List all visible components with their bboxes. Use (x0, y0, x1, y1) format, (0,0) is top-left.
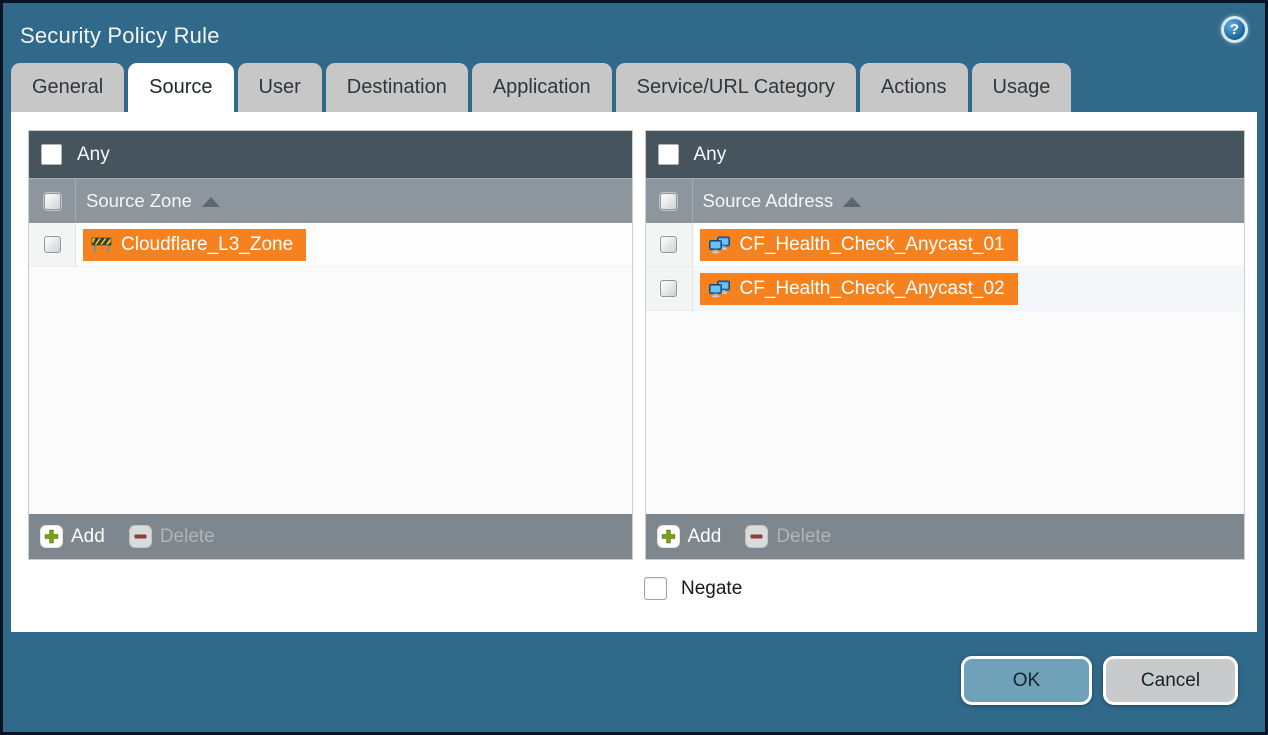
add-label: Add (688, 526, 722, 548)
source-address-column-label: Source Address (703, 190, 834, 212)
table-row[interactable]: Cloudflare_L3_Zone (29, 223, 632, 267)
source-address-any-header: Any (646, 131, 1245, 178)
source-address-panel: Any Source Address (645, 130, 1246, 560)
sort-ascending-icon (202, 197, 220, 207)
source-zone-any-checkbox[interactable] (41, 144, 62, 165)
negate-row: Negate (644, 577, 1245, 600)
zone-object-chip[interactable]: Cloudflare_L3_Zone (83, 229, 306, 261)
row-checkbox-cell (646, 267, 693, 311)
help-icon[interactable]: ? (1221, 16, 1248, 43)
delete-label: Delete (160, 526, 215, 548)
delete-button[interactable]: Delete (129, 525, 215, 548)
delete-icon (745, 525, 768, 548)
zone-icon (91, 236, 112, 253)
tab-destination[interactable]: Destination (326, 63, 468, 112)
row-checkbox[interactable] (660, 280, 677, 297)
row-checkbox-cell (646, 223, 693, 267)
source-address-toolbar: Add Delete (646, 514, 1245, 559)
delete-label: Delete (776, 526, 831, 548)
source-zone-column-sort[interactable]: Source Zone (76, 190, 220, 212)
add-label: Add (71, 526, 105, 548)
security-policy-rule-dialog: Security Policy Rule ? General Source Us… (0, 0, 1268, 735)
source-zone-any-label: Any (77, 144, 110, 166)
ok-button[interactable]: OK (961, 656, 1092, 705)
zone-object-label: Cloudflare_L3_Zone (121, 234, 293, 256)
source-zone-panel: Any Source Zone (28, 130, 633, 560)
negate-checkbox[interactable] (644, 577, 667, 600)
row-content: CF_Health_Check_Anycast_02 (693, 267, 1245, 311)
dialog-title: Security Policy Rule (20, 23, 220, 49)
tab-bar: General Source User Destination Applicat… (3, 63, 1265, 112)
delete-icon (129, 525, 152, 548)
sort-ascending-icon (843, 197, 861, 207)
source-address-rows: CF_Health_Check_Anycast_01 (646, 223, 1245, 514)
source-zone-column-header: Source Zone (29, 178, 632, 223)
add-icon (657, 525, 680, 548)
row-content: Cloudflare_L3_Zone (76, 223, 632, 267)
content-area: Any Source Zone (11, 112, 1257, 632)
address-object-chip[interactable]: CF_Health_Check_Anycast_02 (700, 273, 1018, 305)
source-zone-rows: Cloudflare_L3_Zone (29, 223, 632, 514)
tab-service-url-category[interactable]: Service/URL Category (616, 63, 856, 112)
cancel-button[interactable]: Cancel (1103, 656, 1238, 705)
tab-application[interactable]: Application (472, 63, 612, 112)
source-zone-select-all-cell (29, 179, 76, 223)
table-row[interactable]: CF_Health_Check_Anycast_02 (646, 267, 1245, 311)
row-checkbox[interactable] (44, 236, 61, 253)
tab-actions[interactable]: Actions (860, 63, 968, 112)
source-panels: Any Source Zone (28, 130, 1245, 560)
tab-general[interactable]: General (11, 63, 124, 112)
tab-usage[interactable]: Usage (972, 63, 1072, 112)
add-button[interactable]: Add (40, 525, 105, 548)
source-address-column-sort[interactable]: Source Address (693, 190, 862, 212)
tab-user[interactable]: User (238, 63, 322, 112)
row-checkbox[interactable] (660, 236, 677, 253)
dialog-titlebar: Security Policy Rule ? (3, 3, 1265, 63)
add-button[interactable]: Add (657, 525, 722, 548)
source-zone-column-label: Source Zone (86, 190, 192, 212)
source-zone-any-header: Any (29, 131, 632, 178)
table-row[interactable]: CF_Health_Check_Anycast_01 (646, 223, 1245, 267)
source-zone-toolbar: Add Delete (29, 514, 632, 559)
address-object-label: CF_Health_Check_Anycast_02 (740, 278, 1005, 300)
negate-label: Negate (681, 578, 742, 600)
row-checkbox-cell (29, 223, 76, 267)
address-icon (708, 280, 731, 298)
source-address-select-all-checkbox[interactable] (660, 193, 677, 210)
address-object-label: CF_Health_Check_Anycast_01 (740, 234, 1005, 256)
address-icon (708, 236, 731, 254)
source-address-any-checkbox[interactable] (658, 144, 679, 165)
add-icon (40, 525, 63, 548)
source-address-column-header: Source Address (646, 178, 1245, 223)
dialog-footer: OK Cancel (3, 632, 1265, 732)
row-content: CF_Health_Check_Anycast_01 (693, 223, 1245, 267)
address-object-chip[interactable]: CF_Health_Check_Anycast_01 (700, 229, 1018, 261)
source-zone-select-all-checkbox[interactable] (44, 193, 61, 210)
tab-source[interactable]: Source (128, 63, 233, 112)
delete-button[interactable]: Delete (745, 525, 831, 548)
source-address-any-label: Any (694, 144, 727, 166)
source-address-select-all-cell (646, 179, 693, 223)
